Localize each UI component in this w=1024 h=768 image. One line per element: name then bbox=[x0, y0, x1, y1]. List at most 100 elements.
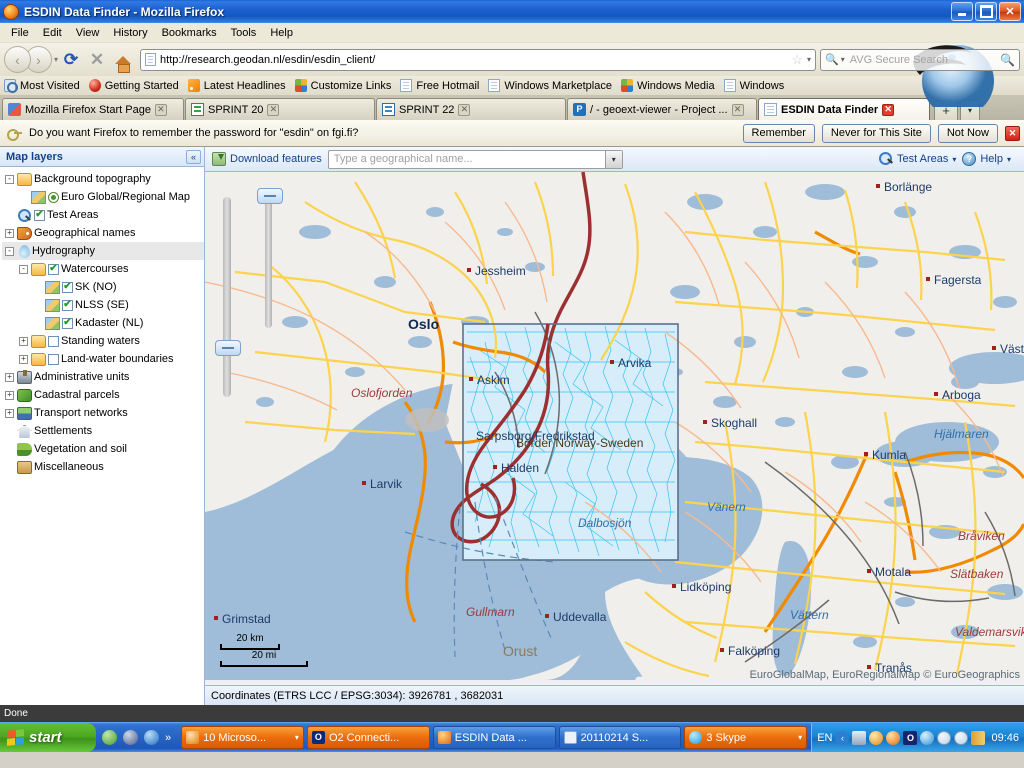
language-indicator[interactable]: EN bbox=[817, 732, 832, 744]
expand-node-icon[interactable]: + bbox=[5, 408, 14, 418]
quicklaunch-overflow[interactable]: » bbox=[165, 732, 171, 744]
tab-close-icon[interactable]: ✕ bbox=[154, 103, 167, 116]
search-go-icon[interactable]: 🔍 bbox=[1000, 53, 1015, 67]
layer-tree-item[interactable]: NLSS (SE) bbox=[2, 296, 204, 314]
bookmark-star-icon[interactable]: ☆ bbox=[791, 52, 803, 68]
expand-node-icon[interactable]: + bbox=[19, 354, 28, 364]
bookmark-most-visited[interactable]: Most Visited bbox=[4, 79, 80, 93]
layer-tree-item[interactable]: + Standing waters bbox=[2, 332, 204, 350]
chevron-down-icon[interactable]: ▾ bbox=[798, 733, 802, 742]
update-icon[interactable] bbox=[869, 730, 884, 745]
quicklaunch-icon-2[interactable] bbox=[123, 730, 138, 745]
tab-close-icon[interactable]: ✕ bbox=[458, 103, 471, 116]
remember-button[interactable]: Remember bbox=[742, 123, 815, 143]
collapse-node-icon[interactable]: - bbox=[5, 246, 14, 256]
tab-esdin-data-finder[interactable]: ESDIN Data Finder ✕ bbox=[758, 98, 930, 120]
o2-icon[interactable]: O bbox=[903, 730, 918, 745]
taskbar-task[interactable]: 20110214 S... bbox=[558, 726, 682, 749]
url-dropdown-icon[interactable]: ▾ bbox=[807, 55, 811, 64]
bookmark-free-hotmail[interactable]: Free Hotmail bbox=[400, 79, 479, 92]
home-button[interactable] bbox=[110, 47, 136, 73]
chevron-down-icon[interactable]: ▾ bbox=[604, 150, 622, 168]
expand-node-icon[interactable]: + bbox=[5, 372, 14, 382]
menu-view[interactable]: View bbox=[69, 25, 107, 41]
bookmark-windows-media[interactable]: Windows Media bbox=[620, 79, 715, 92]
layer-tree-item[interactable]: + Administrative units bbox=[2, 368, 204, 386]
layer-tree-item[interactable]: - Hydrography bbox=[2, 242, 204, 260]
layer-checkbox[interactable] bbox=[62, 281, 73, 293]
start-button[interactable]: start bbox=[0, 723, 96, 752]
clock[interactable]: 09:46 bbox=[991, 732, 1019, 744]
url-bar[interactable]: http://research.geodan.nl/esdin/esdin_cl… bbox=[140, 48, 816, 71]
layer-tree-item[interactable]: SK (NO) bbox=[2, 278, 204, 296]
tab-list-button[interactable]: ▾ bbox=[960, 100, 980, 120]
bookmark-latest-headlines[interactable]: Latest Headlines bbox=[187, 79, 286, 92]
layer-tree-item[interactable]: + Geographical names bbox=[2, 224, 204, 242]
zoom-slider-handle-1[interactable] bbox=[215, 340, 241, 356]
bookmark-windows-marketplace[interactable]: Windows Marketplace bbox=[488, 79, 612, 92]
network-icon[interactable] bbox=[852, 730, 867, 745]
layer-tree-item[interactable]: + Cadastral parcels bbox=[2, 386, 204, 404]
menu-help[interactable]: Help bbox=[263, 25, 300, 41]
maximize-button[interactable] bbox=[975, 2, 997, 21]
bookmark-customize-links[interactable]: Customize Links bbox=[294, 79, 391, 92]
layer-checkbox[interactable] bbox=[48, 263, 59, 275]
taskbar-task[interactable]: 10 Microso... ▾ bbox=[181, 726, 304, 749]
download-features-button[interactable]: Download features bbox=[212, 152, 322, 166]
layer-tree-item[interactable]: Euro Global/Regional Map bbox=[2, 188, 204, 206]
notification-close-icon[interactable]: ✕ bbox=[1005, 125, 1020, 141]
security-icon[interactable] bbox=[920, 730, 935, 745]
layer-tree-item[interactable]: Miscellaneous bbox=[2, 458, 204, 476]
menu-file[interactable]: File bbox=[4, 25, 36, 41]
layer-checkbox[interactable] bbox=[62, 299, 73, 311]
tab-close-icon[interactable]: ✕ bbox=[267, 103, 280, 116]
geographical-name-search[interactable]: Type a geographical name... ▾ bbox=[327, 149, 623, 169]
layer-checkbox[interactable] bbox=[48, 335, 59, 347]
avg-icon[interactable] bbox=[886, 730, 901, 745]
test-areas-menu[interactable]: Test Areas ▾ bbox=[878, 152, 956, 166]
search-engine-caret-icon[interactable]: ▾ bbox=[841, 55, 845, 64]
layer-tree-item[interactable]: Test Areas bbox=[2, 206, 204, 224]
menu-edit[interactable]: Edit bbox=[36, 25, 69, 41]
minimize-button[interactable] bbox=[951, 2, 973, 21]
collapse-sidebar-button[interactable]: « bbox=[186, 149, 201, 164]
expand-node-icon[interactable]: + bbox=[5, 390, 14, 400]
layer-tree-item[interactable]: + Transport networks bbox=[2, 404, 204, 422]
expand-node-icon[interactable]: + bbox=[5, 228, 14, 238]
internet-explorer-icon[interactable] bbox=[144, 730, 159, 745]
bookmark-windows[interactable]: Windows bbox=[723, 79, 784, 92]
volume-icon[interactable] bbox=[937, 730, 952, 745]
search-bar[interactable]: 🔍 ▾ AVG Secure Search 🔍 bbox=[820, 48, 1020, 71]
menu-tools[interactable]: Tools bbox=[224, 25, 264, 41]
stop-button[interactable]: ✕ bbox=[84, 47, 110, 73]
never-for-this-site-button[interactable]: Never for This Site bbox=[821, 123, 931, 143]
chevron-down-icon[interactable]: ▾ bbox=[295, 733, 299, 742]
expand-node-icon[interactable]: + bbox=[19, 336, 28, 346]
layer-checkbox[interactable] bbox=[34, 209, 45, 221]
layer-checkbox[interactable] bbox=[48, 353, 59, 365]
back-button[interactable]: ‹ bbox=[4, 46, 31, 73]
layer-radio[interactable] bbox=[48, 191, 59, 203]
help-menu[interactable]: ? Help ▾ bbox=[962, 152, 1011, 166]
bookmark-getting-started[interactable]: Getting Started bbox=[88, 79, 179, 92]
reload-button[interactable]: ⟳ bbox=[58, 47, 84, 73]
layer-tree-item[interactable]: + Land-water boundaries bbox=[2, 350, 204, 368]
layer-checkbox[interactable] bbox=[62, 317, 73, 329]
taskbar-task[interactable]: 3 Skype ▾ bbox=[684, 726, 808, 749]
tab-mozilla-firefox-start-page[interactable]: Mozilla Firefox Start Page ✕ bbox=[2, 98, 184, 120]
layer-tree-item[interactable]: - Watercourses bbox=[2, 260, 204, 278]
not-now-button[interactable]: Not Now bbox=[937, 123, 998, 143]
power-icon[interactable] bbox=[971, 730, 986, 745]
zoom-slider-handle-2[interactable] bbox=[257, 188, 283, 204]
taskbar-task[interactable]: ESDIN Data ... bbox=[432, 726, 556, 749]
zoom-slider-track-2[interactable] bbox=[265, 200, 272, 328]
layer-tree-item[interactable]: Vegetation and soil bbox=[2, 440, 204, 458]
layer-tree-item[interactable]: - Background topography bbox=[2, 170, 204, 188]
quicklaunch-icon-1[interactable] bbox=[102, 730, 117, 745]
menu-bookmarks[interactable]: Bookmarks bbox=[155, 25, 224, 41]
tab-close-icon[interactable]: ✕ bbox=[731, 103, 744, 116]
map-viewport[interactable]: Jessheim Oslo Oslofjorden Askim Arvika Sarpsb… bbox=[205, 172, 1024, 685]
new-tab-button[interactable]: + bbox=[934, 100, 958, 120]
tab-sprint-22[interactable]: SPRINT 22 ✕ bbox=[376, 98, 566, 120]
collapse-node-icon[interactable]: - bbox=[5, 174, 14, 184]
